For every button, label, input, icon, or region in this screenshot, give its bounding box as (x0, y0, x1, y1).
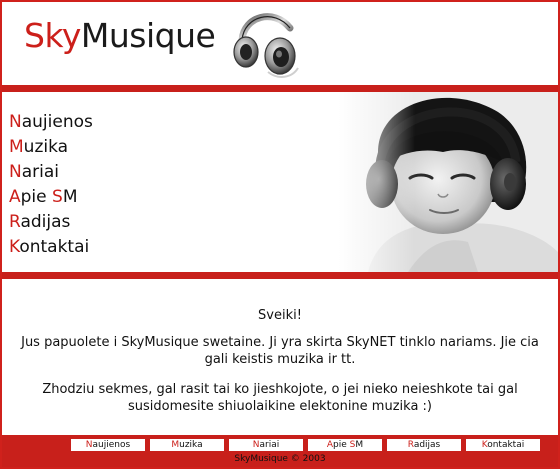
footer-link-muzika[interactable]: Muzika (150, 439, 224, 451)
footer-nav: Naujienos Muzika Nariai Apie SM Radijas … (71, 439, 540, 451)
nav-item-naujienos[interactable]: Naujienos (9, 110, 93, 135)
child-with-headphones-photo (338, 92, 558, 272)
footer: Naujienos Muzika Nariai Apie SM Radijas … (2, 435, 558, 467)
wishes-paragraph: Zhodziu sekmes, gal rasit tai ko jieshko… (42, 382, 518, 414)
logo-sky: Sky (24, 16, 81, 55)
nav-item-muzika[interactable]: Muzika (9, 135, 93, 160)
header-divider (2, 85, 558, 92)
nav-item-apie-sm[interactable]: Apie SM (9, 185, 93, 210)
banner-divider (2, 272, 558, 279)
footer-link-apie-sm[interactable]: Apie SM (308, 439, 382, 451)
header: SkyMusique (2, 2, 558, 84)
banner: Naujienos Muzika Nariai Apie SM Radijas … (2, 92, 558, 272)
nav-item-nariai[interactable]: Nariai (9, 160, 93, 185)
footer-link-naujienos[interactable]: Naujienos (71, 439, 145, 451)
greeting: Sveiki! (258, 308, 302, 323)
footer-link-radijas[interactable]: Radijas (387, 439, 461, 451)
nav-item-kontaktai[interactable]: Kontaktai (9, 235, 93, 260)
nav-item-radijas[interactable]: Radijas (9, 210, 93, 235)
page-frame: SkyMusique Naujienos Muzika Nariai Apie … (0, 0, 560, 469)
logo-musique: Musique (80, 16, 216, 55)
main-nav: Naujienos Muzika Nariai Apie SM Radijas … (9, 110, 93, 260)
footer-link-kontaktai[interactable]: Kontaktai (466, 439, 540, 451)
footer-link-nariai[interactable]: Nariai (229, 439, 303, 451)
site-logo[interactable]: SkyMusique (24, 16, 216, 55)
main-content: Sveiki! Jus papuolete i SkyMusique sweta… (2, 280, 558, 435)
intro-paragraph: Jus papuolete i SkyMusique swetaine. Ji … (21, 335, 539, 367)
headphones-icon (233, 13, 299, 78)
copyright: SkyMusique © 2003 (234, 454, 326, 464)
